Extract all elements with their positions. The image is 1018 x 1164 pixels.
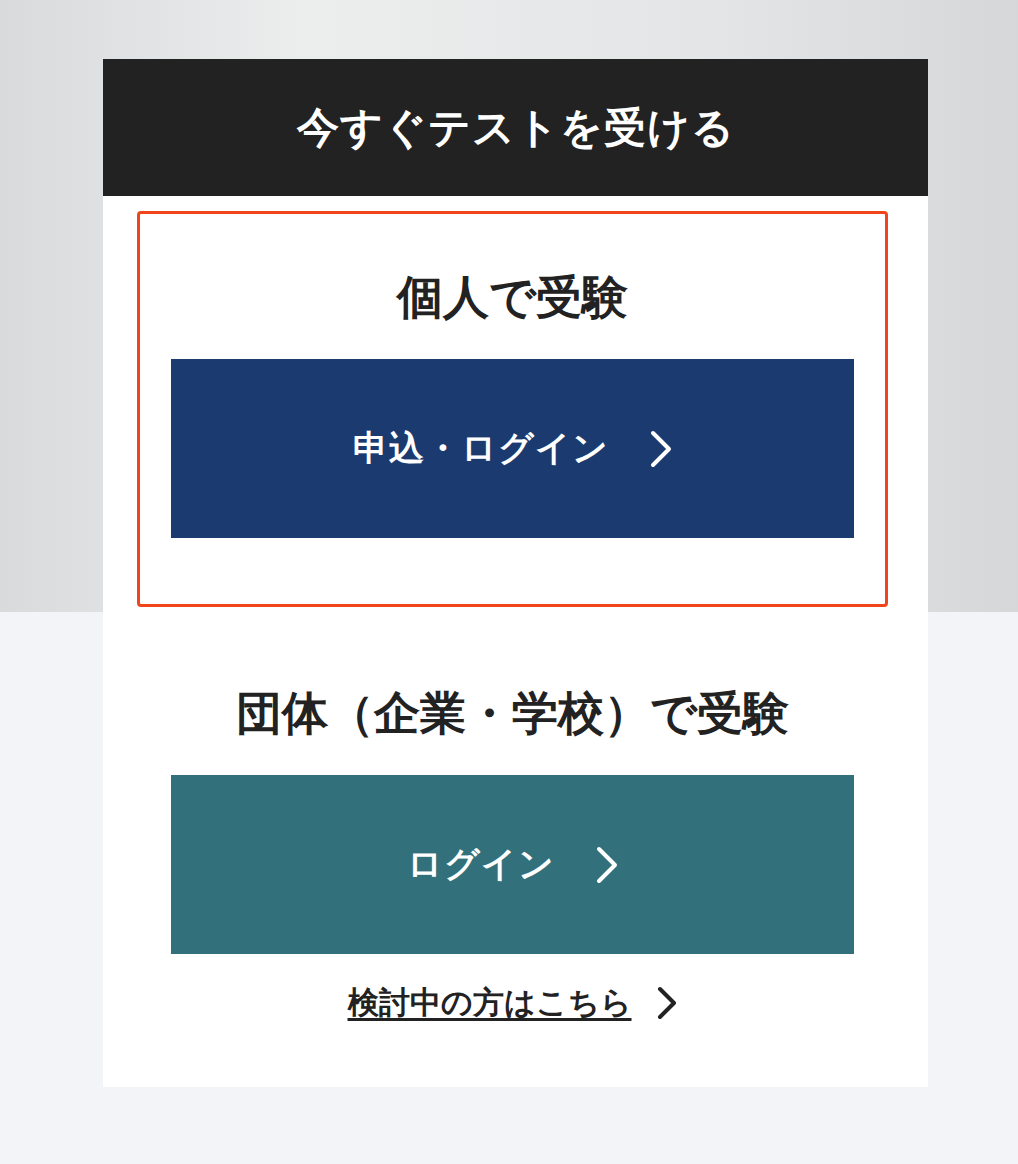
button-label: ログイン	[407, 841, 555, 888]
header-title: 今すぐテストを受ける	[297, 100, 735, 156]
exam-section: 団体（企業・学校）で受験ログイン検討中の方はこちら	[137, 627, 888, 1087]
page: 今すぐテストを受ける個人で受験申込・ログイン団体（企業・学校）で受験ログイン検討…	[0, 0, 1018, 1164]
section-title: 団体（企業・学校）で受験	[171, 682, 854, 744]
button-label: 申込・ログイン	[353, 425, 609, 472]
exam-section: 個人で受験申込・ログイン	[137, 211, 888, 607]
login-button[interactable]: ログイン	[171, 775, 854, 954]
chevron-right-icon	[656, 986, 678, 1020]
test-card: 今すぐテストを受ける個人で受験申込・ログイン団体（企業・学校）で受験ログイン検討…	[103, 59, 928, 1087]
link-text: 検討中の方はこちら	[348, 982, 632, 1024]
section-title: 個人で受験	[171, 266, 854, 328]
login-button[interactable]: 申込・ログイン	[171, 359, 854, 538]
card-header: 今すぐテストを受ける	[103, 59, 928, 196]
chevron-right-icon	[649, 430, 673, 468]
chevron-right-icon	[595, 846, 619, 884]
consider-link[interactable]: 検討中の方はこちら	[171, 982, 854, 1024]
